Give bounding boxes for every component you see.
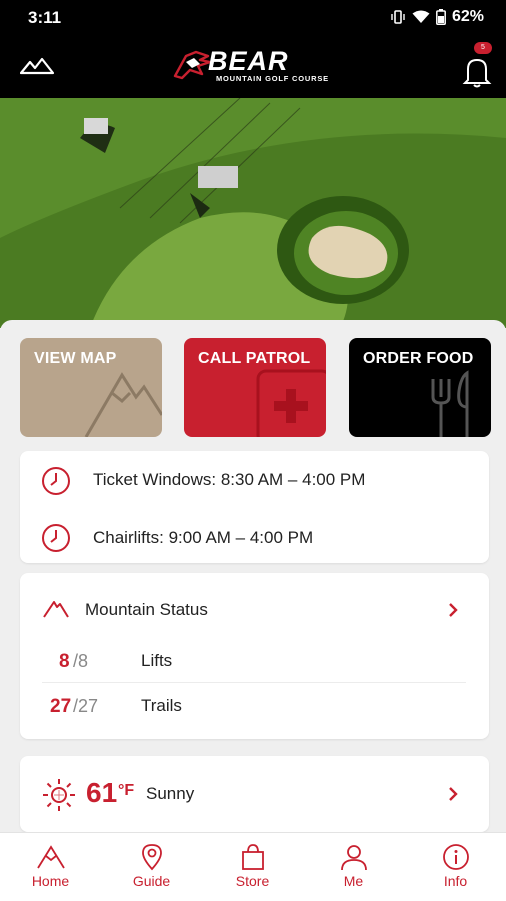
fork-knife-icon — [431, 370, 469, 437]
hours-card: Ticket Windows: 8:30 AM – 4:00 PM Chairl… — [20, 451, 489, 563]
call-patrol-button[interactable]: CALL PATROL — [184, 338, 326, 437]
tab-me-label: Me — [343, 873, 364, 889]
temperature-value: 61 — [86, 777, 118, 808]
home-mountain-icon — [36, 845, 65, 869]
golf-course-aerial-image — [0, 98, 506, 328]
trails-label: Trails — [141, 696, 182, 715]
ticket-windows-hours: Ticket Windows: 8:30 AM – 4:00 PM — [93, 470, 366, 489]
order-food-label: ORDER FOOD — [363, 350, 474, 367]
clock-icon — [42, 524, 70, 552]
clock-icon — [42, 467, 70, 495]
tab-guide-label: Guide — [132, 873, 171, 889]
lifts-row: 8 /8 Lifts — [20, 643, 489, 683]
battery-icon — [436, 9, 446, 25]
notifications-button[interactable]: 5 — [458, 42, 496, 94]
order-food-button[interactable]: ORDER FOOD — [349, 338, 491, 437]
chevron-right-icon[interactable] — [447, 602, 459, 618]
battery-percent: 62% — [451, 8, 484, 25]
mountain-icon — [84, 372, 162, 437]
app-header: BEAR MOUNTAIN GOLF COURSE 5 — [0, 36, 506, 98]
sun-icon — [43, 779, 75, 811]
bottom-tab-bar: Home Guide Store Me Info — [0, 832, 506, 901]
view-map-label: VIEW MAP — [34, 350, 117, 367]
mountain-status-icon — [43, 601, 69, 618]
chevron-right-icon[interactable] — [447, 786, 459, 802]
tab-me[interactable]: Me — [303, 833, 404, 901]
call-patrol-label: CALL PATROL — [198, 350, 311, 367]
vibrate-icon — [391, 10, 405, 24]
first-aid-icon — [256, 369, 326, 437]
brand-subtitle: MOUNTAIN GOLF COURSE — [216, 74, 329, 83]
status-icons: 62% — [390, 8, 484, 26]
trails-total-count: /27 — [73, 696, 99, 716]
tab-info-label: Info — [443, 873, 468, 889]
lifts-label: Lifts — [141, 651, 173, 670]
tab-store[interactable]: Store — [202, 833, 303, 901]
weather-condition: Sunny — [146, 784, 195, 803]
info-icon — [442, 844, 469, 870]
trails-open-count: 27 — [50, 696, 72, 717]
status-bar: 3:11 62% — [0, 0, 506, 36]
lifts-total-count: /8 — [73, 651, 89, 671]
tab-guide[interactable]: Guide — [101, 833, 202, 901]
view-map-button[interactable]: VIEW MAP — [20, 338, 162, 437]
shopping-bag-icon — [241, 844, 264, 870]
person-icon — [340, 845, 367, 871]
tab-home[interactable]: Home — [0, 833, 101, 901]
notification-badge: 5 — [474, 42, 492, 54]
mountain-status-card[interactable]: Mountain Status 8 /8 Lifts 27 /27 Trails — [20, 573, 489, 739]
mountains-icon[interactable] — [20, 56, 54, 76]
map-pin-icon — [141, 844, 162, 871]
hero-image — [0, 98, 506, 328]
bell-icon — [462, 58, 492, 88]
tab-info[interactable]: Info — [405, 833, 506, 901]
row-divider — [42, 682, 466, 683]
weather-card[interactable]: 61 °F Sunny — [20, 756, 489, 832]
temperature-unit: °F — [118, 782, 135, 799]
brand-logo: BEAR MOUNTAIN GOLF COURSE — [172, 46, 342, 86]
trails-row: 27 /27 Trails — [20, 689, 489, 729]
brand-name: BEAR — [208, 46, 289, 76]
tab-home-label: Home — [31, 873, 70, 889]
lifts-open-count: 8 — [59, 651, 70, 672]
chairlifts-hours: Chairlifts: 9:00 AM – 4:00 PM — [93, 528, 314, 547]
wifi-icon — [412, 10, 430, 23]
status-time: 3:11 — [28, 8, 62, 27]
mountain-status-title: Mountain Status — [85, 600, 208, 619]
tab-store-label: Store — [235, 873, 270, 889]
